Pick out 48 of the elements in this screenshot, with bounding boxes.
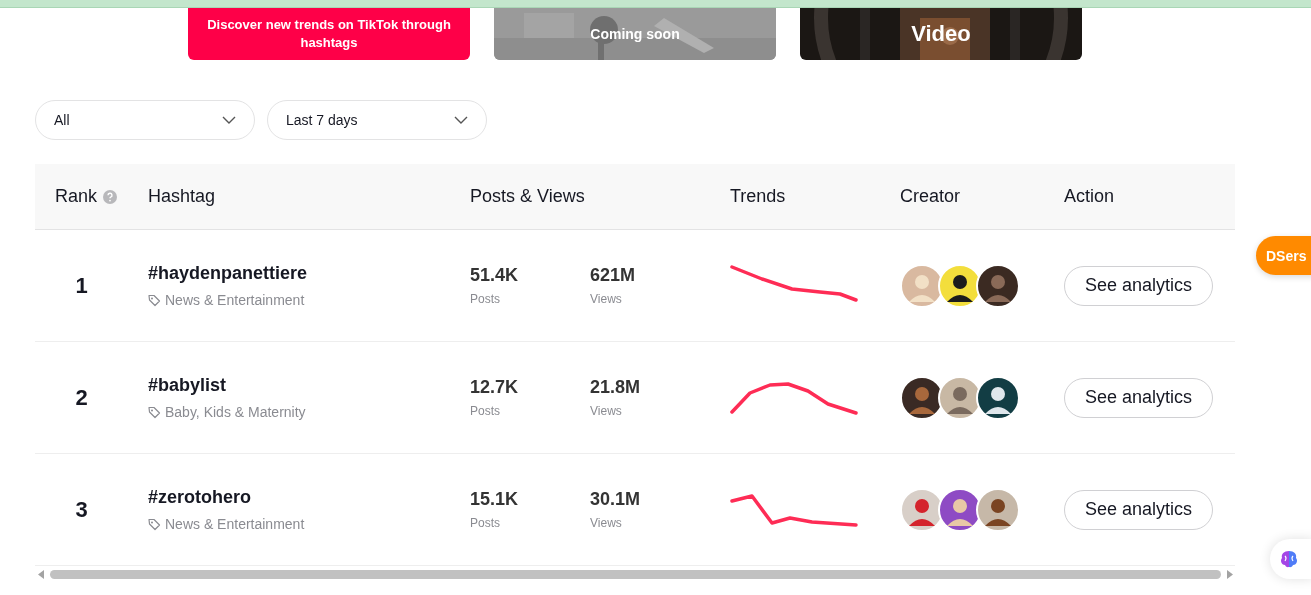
column-header: Rank: [55, 186, 98, 207]
stat-label: Posts: [470, 404, 500, 418]
hashtag-name[interactable]: #babylist: [148, 375, 227, 396]
avatar[interactable]: [976, 487, 1020, 532]
filter-dropdown[interactable]: All: [35, 100, 255, 140]
promo-text: Discover new trends on TikTok through: [207, 16, 451, 34]
brain-icon: [1279, 549, 1299, 569]
views-count: 30.1M: [590, 489, 641, 510]
category-label: News & Entertainment: [165, 516, 305, 532]
see-analytics-button[interactable]: See analytics: [1064, 265, 1214, 306]
stat-label: Views: [590, 516, 622, 530]
posts-count: 51.4K: [470, 265, 519, 286]
rank-number: 1: [74, 272, 89, 299]
rank-number: 2: [74, 384, 89, 411]
assistant-button[interactable]: [1270, 539, 1311, 579]
rank-number: 3: [74, 496, 89, 523]
promo-text: hashtags: [300, 34, 358, 52]
posts-count: 12.7K: [470, 377, 519, 398]
tag-icon: [148, 293, 161, 307]
avatar[interactable]: [976, 263, 1020, 308]
card-caption: Video: [911, 21, 971, 47]
category-label: Baby, Kids & Maternity: [165, 404, 306, 420]
column-header: Action: [1064, 186, 1115, 206]
card-caption: Coming soon: [590, 26, 680, 42]
category-label: News & Entertainment: [165, 292, 305, 308]
views-count: 621M: [590, 265, 636, 286]
stat-label: Posts: [470, 292, 500, 306]
stat-label: Posts: [470, 516, 500, 530]
views-count: 21.8M: [590, 377, 641, 398]
posts-count: 15.1K: [470, 489, 519, 510]
filter-dropdown[interactable]: Last 7 days: [267, 100, 487, 140]
promo-card[interactable]: Discover new trends on TikTok through hashtags: [188, 8, 470, 60]
avatar[interactable]: [976, 375, 1020, 420]
see-analytics-button[interactable]: See analytics: [1064, 489, 1214, 530]
see-analytics-button[interactable]: See analytics: [1064, 377, 1214, 418]
tag-icon: [148, 405, 161, 419]
column-header: Hashtag: [148, 186, 216, 206]
column-header: Trends: [730, 186, 786, 206]
stat-label: Views: [590, 404, 622, 418]
scrollbar-thumb[interactable]: [50, 569, 1221, 579]
hashtag-name[interactable]: #haydenpanettiere: [148, 263, 308, 284]
tag-icon: [148, 517, 161, 531]
chevron-down-icon: [222, 116, 236, 124]
column-header: Creator: [900, 186, 961, 206]
stat-label: Views: [590, 292, 622, 306]
column-header: Posts & Views: [470, 186, 585, 206]
chevron-down-icon: [454, 116, 468, 124]
hashtag-name[interactable]: #zerotohero: [148, 487, 252, 508]
